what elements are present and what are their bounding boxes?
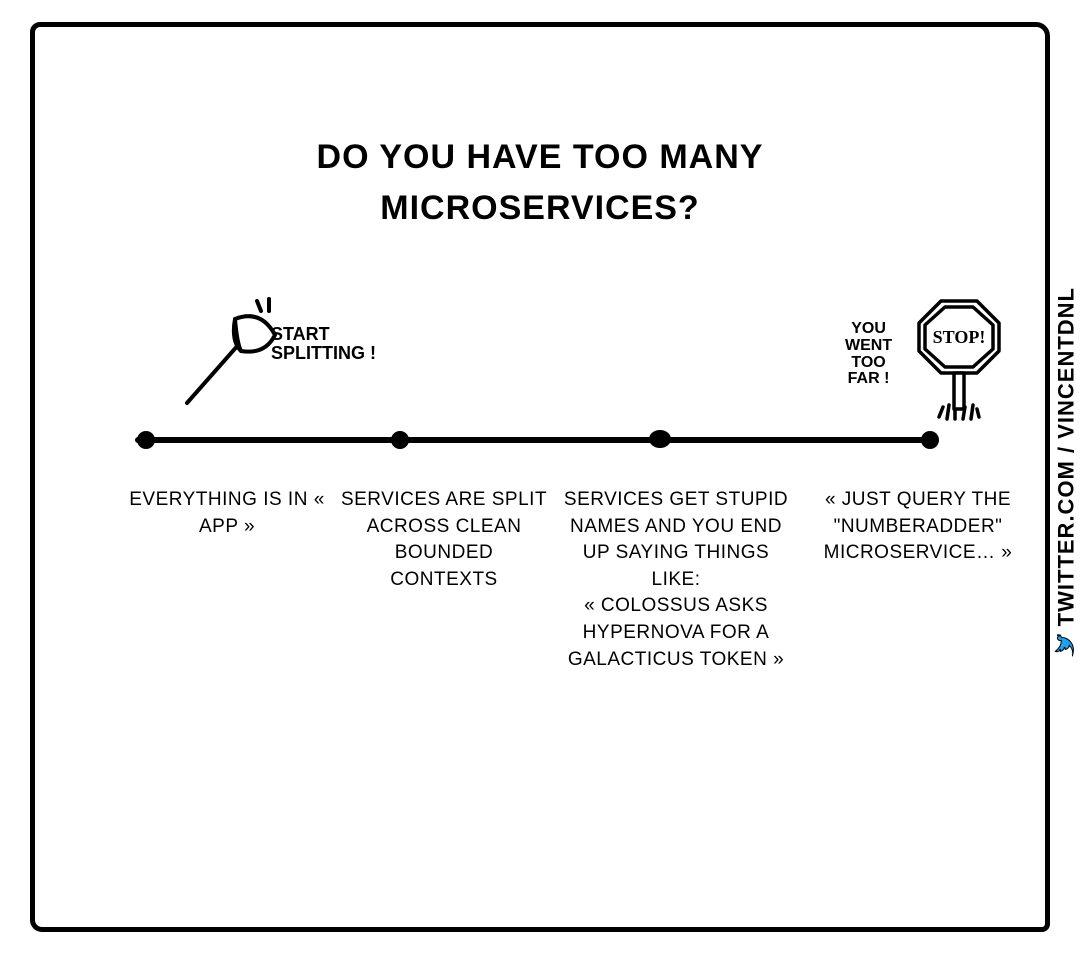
timeline-line — [135, 437, 935, 443]
title-line-1: DO YOU HAVE TOO MANY — [35, 132, 1045, 183]
title-line-2: MICROSERVICES? — [35, 183, 1045, 234]
stop-caption-line3: TOO — [845, 355, 892, 372]
stage-labels: EVERYTHING IS IN « APP » SERVICES ARE SP… — [127, 487, 1027, 673]
stop-caption-line4: FAR ! — [845, 371, 892, 388]
stage-label-2: SERVICES ARE SPLIT ACROSS CLEAN BOUNDED … — [339, 487, 549, 673]
credit-text: TWITTER.COM / VINCENTDNL — [1053, 287, 1079, 626]
stop-caption: YOU WENT TOO FAR ! — [845, 321, 892, 388]
axe-caption-line1: START — [271, 325, 376, 344]
stage-label-4: « JUST QUERY THE "NUMBERADDER" MICROSERV… — [803, 487, 1033, 673]
timeline-dot-3 — [649, 430, 671, 448]
timeline-dot-4 — [921, 431, 939, 449]
twitter-bird-icon — [1054, 634, 1078, 658]
axe-caption-line2: SPLITTING ! — [271, 344, 376, 363]
stage-label-1: EVERYTHING IS IN « APP » — [127, 487, 327, 673]
stage-label-3: SERVICES GET STUPID NAMES AND YOU END UP… — [561, 487, 791, 673]
timeline-container — [135, 427, 935, 457]
stop-caption-line1: YOU — [845, 321, 892, 338]
comic-title: DO YOU HAVE TOO MANY MICROSERVICES? — [35, 132, 1045, 234]
axe-caption: START SPLITTING ! — [271, 325, 376, 363]
comic-frame: DO YOU HAVE TOO MANY MICROSERVICES? STAR… — [30, 22, 1050, 932]
credit-link[interactable]: TWITTER.COM / VINCENTDNL — [1053, 287, 1079, 658]
timeline-dot-1 — [137, 431, 155, 449]
stop-caption-line2: WENT — [845, 338, 892, 355]
stop-sign-icon: STOP! — [909, 295, 1009, 425]
stop-sign-text: STOP! — [933, 327, 986, 347]
timeline-dot-2 — [391, 431, 409, 449]
